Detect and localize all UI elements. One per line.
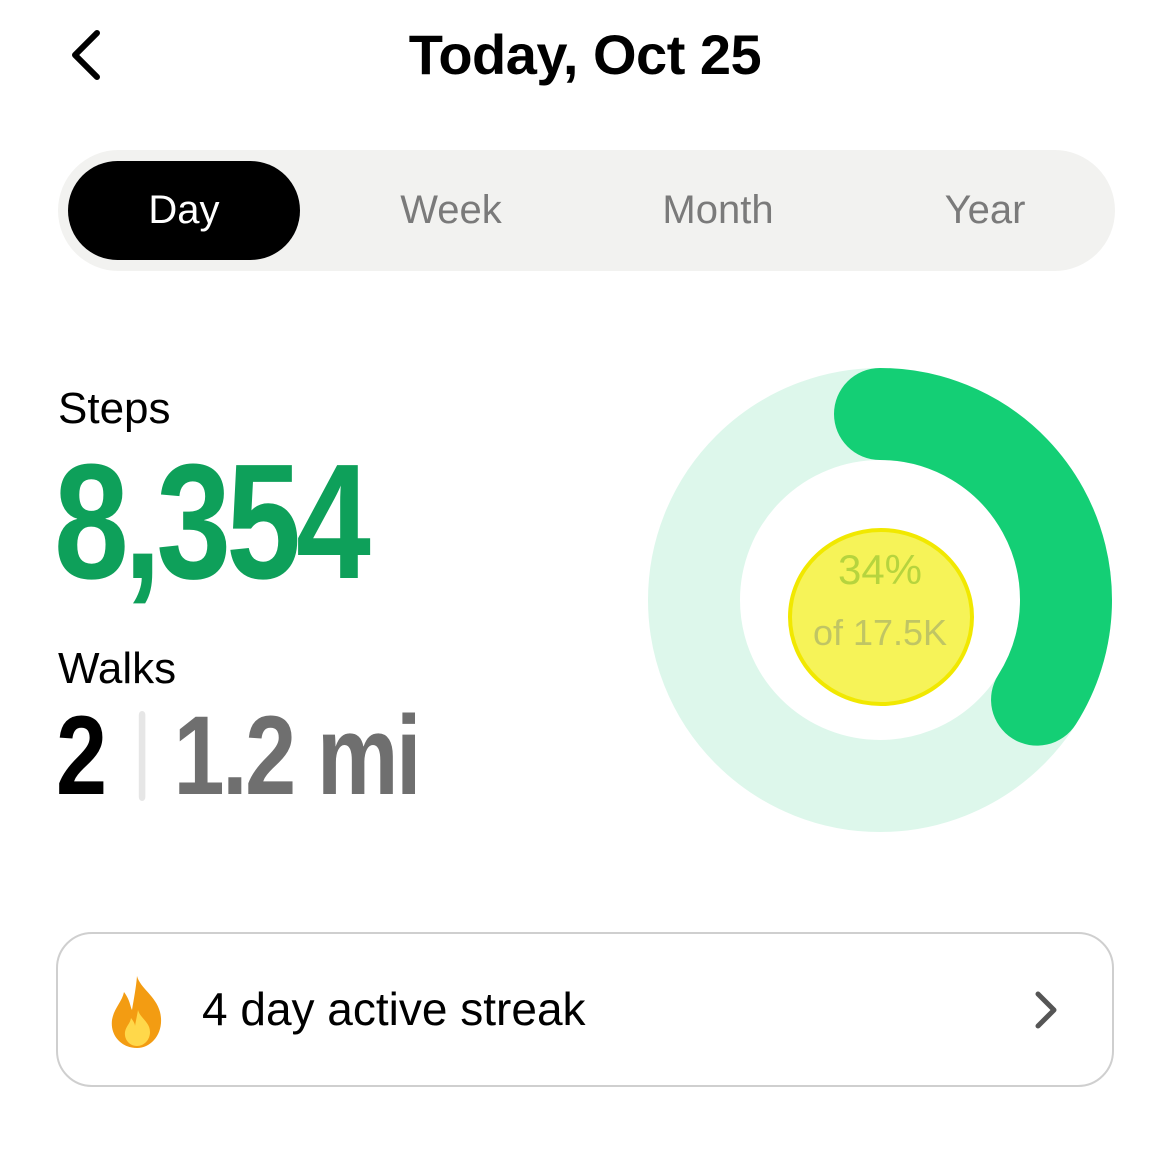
tab-month[interactable]: Month xyxy=(602,161,834,260)
period-tabs: Day Week Month Year xyxy=(58,150,1115,271)
streak-text: 4 day active streak xyxy=(202,983,586,1035)
tab-year[interactable]: Year xyxy=(869,161,1101,260)
walks-summary: 2 1.2 mi xyxy=(56,693,422,818)
walks-label: Walks xyxy=(58,644,177,693)
streak-card[interactable]: 4 day active streak xyxy=(56,932,1114,1087)
walks-divider xyxy=(139,711,146,801)
tab-day[interactable]: Day xyxy=(68,161,300,260)
chevron-right-icon xyxy=(1035,991,1057,1029)
progress-percent: 34% xyxy=(837,546,923,593)
walks-distance: 1.2 mi xyxy=(173,693,422,818)
fire-icon xyxy=(111,976,162,1048)
walks-count: 2 xyxy=(56,693,107,818)
activity-day-screen: Today, Oct 25 Day Week Month Year Steps … xyxy=(0,0,1170,1164)
tab-week[interactable]: Week xyxy=(335,161,567,260)
steps-value: 8,354 xyxy=(54,430,371,613)
progress-goal: of 17.5K xyxy=(812,612,948,653)
page-title: Today, Oct 25 xyxy=(408,23,762,86)
steps-label: Steps xyxy=(58,384,171,433)
